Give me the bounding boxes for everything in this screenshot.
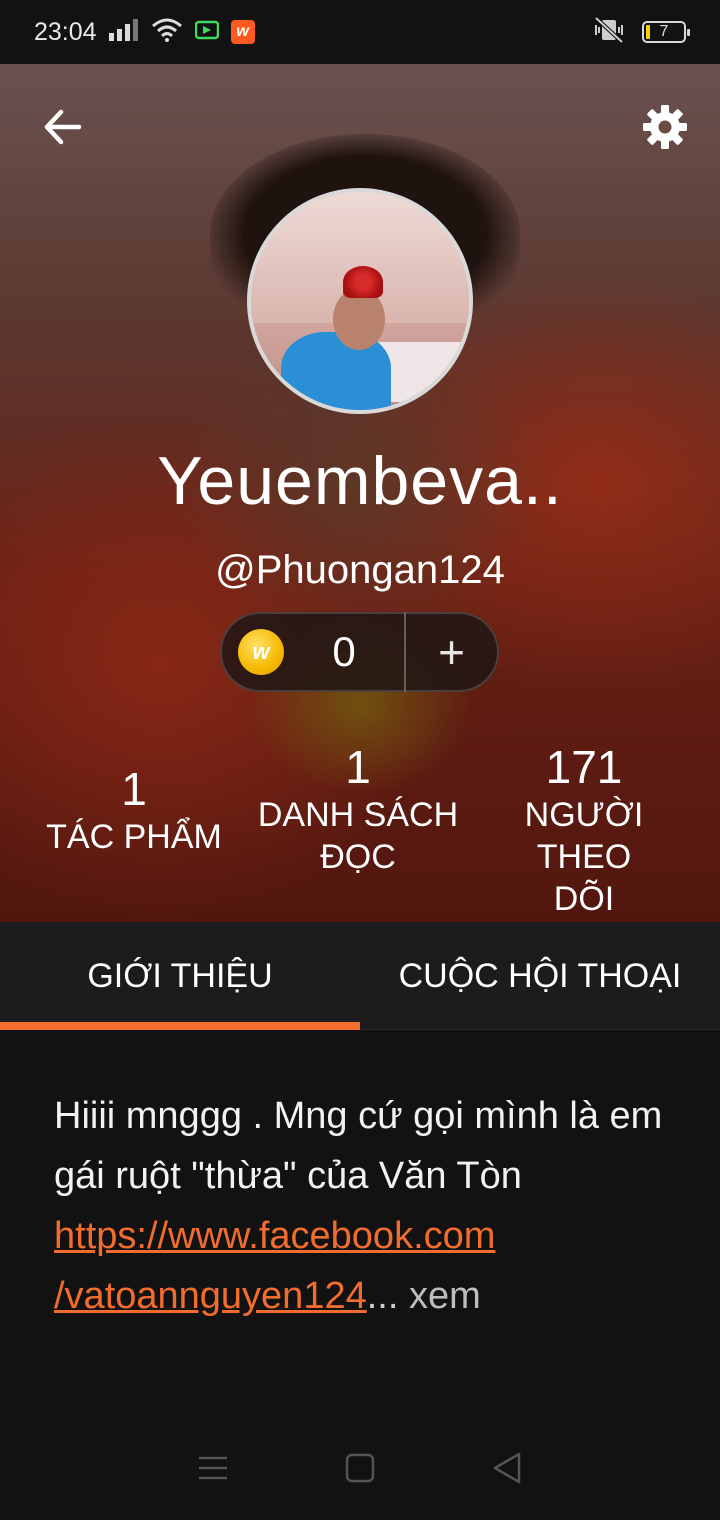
- triangle-back-icon: [492, 1452, 522, 1489]
- profile-cover: Yeuembeva.. @Phuongan124 w 0 + 1 TÁC PHẨ…: [0, 64, 720, 922]
- battery-level: 7: [659, 23, 669, 40]
- tab-about[interactable]: GIỚI THIỆU: [0, 922, 360, 1030]
- profile-display-name: Yeuembeva..: [157, 443, 563, 519]
- about-ellipsis: ...: [366, 1275, 399, 1317]
- stat-followers[interactable]: 171 NGƯỜI THEO DÕI: [474, 740, 694, 920]
- add-coins-button[interactable]: +: [406, 612, 497, 692]
- stat-reading-lists-value: 1: [345, 741, 371, 793]
- system-nav-bar: [0, 1420, 720, 1520]
- settings-button[interactable]: [638, 102, 692, 156]
- profile-avatar[interactable]: [247, 188, 473, 414]
- stat-works-value: 1: [121, 763, 147, 815]
- stat-works-label: TÁC PHẨM: [46, 818, 222, 856]
- stat-followers-label-line1: NGƯỜI THEO: [524, 796, 644, 876]
- coin-count: 0: [332, 628, 356, 675]
- stat-reading-lists[interactable]: 1 DANH SÁCH ĐỌC: [252, 740, 464, 878]
- home-button[interactable]: [330, 1440, 390, 1500]
- signal-icon: [108, 18, 139, 46]
- read-more-link[interactable]: xem: [409, 1275, 481, 1317]
- avatar-photo-person: [281, 332, 391, 410]
- stat-followers-label-line2: DÕI: [553, 880, 615, 918]
- battery-icon: 7: [642, 21, 690, 43]
- recent-apps-button[interactable]: [183, 1440, 243, 1500]
- wattpad-notification-icon: w: [230, 20, 255, 44]
- about-link-line2[interactable]: /vatoannguyen124: [54, 1275, 367, 1317]
- about-section: Hiiii mnggg . Mng cứ gọi mình là em gái …: [54, 1086, 674, 1326]
- stat-works[interactable]: 1 TÁC PHẨM: [34, 762, 234, 858]
- mute-vibrate-icon: [592, 16, 626, 48]
- wifi-icon: [151, 18, 183, 47]
- status-bar: 23:04 w 7: [0, 0, 720, 64]
- menu-icon: [198, 1455, 228, 1486]
- screen-record-icon: [194, 20, 219, 45]
- tab-conversations[interactable]: CUỘC HỘI THOẠI: [360, 922, 720, 1030]
- about-link-line1[interactable]: https://www.facebook.com: [54, 1215, 495, 1257]
- coin-icon: w: [238, 629, 284, 675]
- profile-stats: 1 TÁC PHẨM 1 DANH SÁCH ĐỌC 171 NGƯỜI THE…: [0, 740, 720, 918]
- system-back-button[interactable]: [477, 1440, 537, 1500]
- avatar-photo-crown: [343, 266, 383, 298]
- stat-reading-lists-label-line2: ĐỌC: [320, 838, 396, 876]
- profile-tabs: GIỚI THIỆU CUỘC HỘI THOẠI: [0, 922, 720, 1030]
- about-text: Hiiii mnggg . Mng cứ gọi mình là em gái …: [54, 1095, 663, 1197]
- stat-followers-value: 171: [545, 741, 623, 793]
- gear-icon: [641, 103, 689, 156]
- square-icon: [345, 1453, 375, 1488]
- coin-balance-pill: w 0 +: [220, 612, 499, 692]
- back-button[interactable]: [38, 104, 88, 154]
- arrow-left-icon: [43, 109, 83, 150]
- status-time: 23:04: [34, 17, 97, 46]
- stat-reading-lists-label-line1: DANH SÁCH: [257, 796, 459, 834]
- status-icons-left: w: [108, 18, 255, 47]
- profile-handle: @Phuongan124: [215, 548, 505, 592]
- status-icons-right: 7: [592, 16, 690, 48]
- battery-fill: [646, 25, 650, 39]
